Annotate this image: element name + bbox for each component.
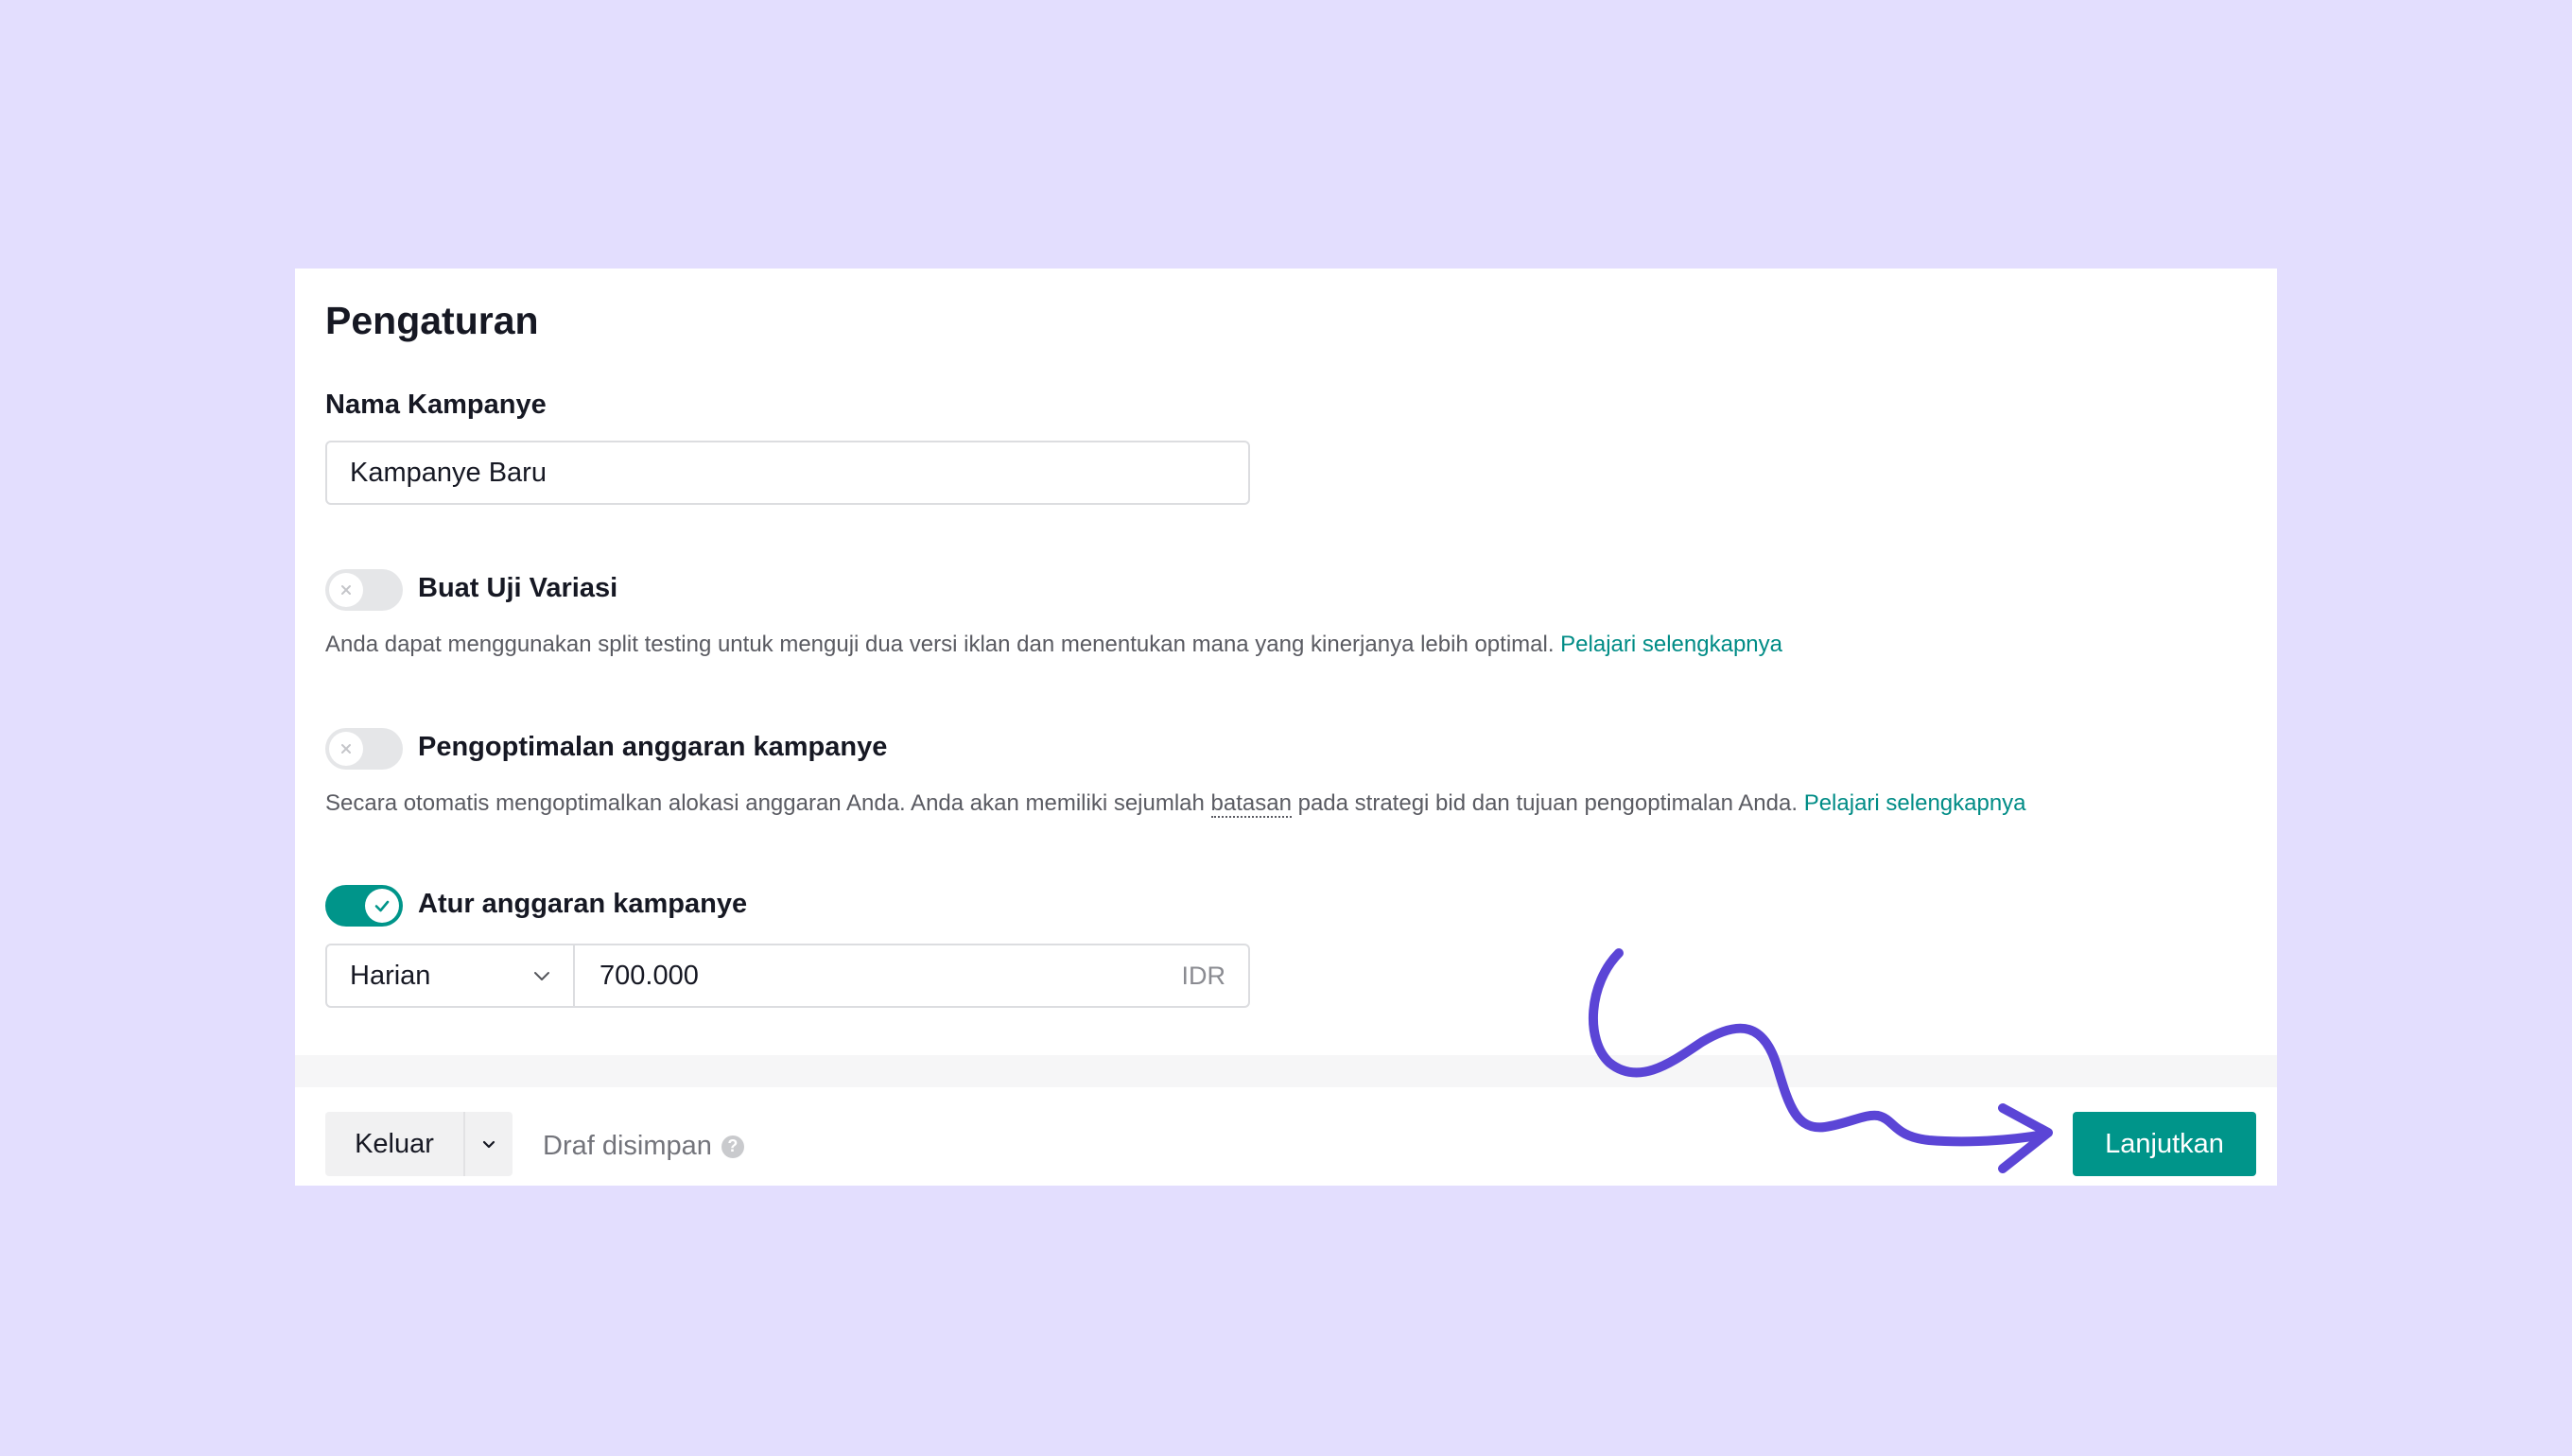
chevron-down-icon [534, 972, 549, 980]
settings-panel: Pengaturan Nama Kampanye Buat Uji Varias… [295, 269, 2277, 1186]
page-title: Pengaturan [325, 299, 539, 342]
split-test-learn-more-link[interactable]: Pelajari selengkapnya [1560, 632, 1782, 657]
split-test-description-text: Anda dapat menggunakan split testing unt… [325, 632, 1555, 657]
campaign-budget-label: Atur anggaran kampanye [418, 889, 748, 919]
toggle-knob [329, 573, 363, 607]
exit-button[interactable]: Keluar [325, 1112, 463, 1176]
budget-optimization-label: Pengoptimalan anggaran kampanye [418, 732, 888, 762]
check-icon [374, 900, 390, 912]
budget-optimization-description-text-end: pada strategi bid dan tujuan pengoptimal… [1297, 790, 1799, 816]
footer-divider [295, 1055, 2277, 1087]
budget-optimization-description: Secara otomatis mengoptimalkan alokasi a… [325, 790, 2026, 818]
toggle-knob [329, 732, 363, 766]
split-test-toggle[interactable] [325, 569, 403, 611]
chevron-down-icon [482, 1140, 495, 1149]
budget-type-value: Harian [350, 960, 431, 991]
x-icon [341, 585, 351, 595]
split-test-description: Anda dapat menggunakan split testing unt… [325, 632, 1782, 658]
exit-button-group: Keluar [325, 1112, 513, 1176]
budget-optimization-learn-more-link[interactable]: Pelajari selengkapnya [1804, 790, 2026, 816]
question-circle-icon[interactable]: ? [721, 1135, 744, 1158]
exit-options-dropdown[interactable] [465, 1112, 513, 1176]
currency-label: IDR [1181, 961, 1226, 990]
draft-status-text: Draf disimpan [543, 1131, 712, 1161]
continue-button[interactable]: Lanjutkan [2073, 1112, 2256, 1176]
budget-type-select[interactable]: Harian [325, 944, 575, 1008]
limitations-term[interactable]: batasan [1210, 790, 1292, 818]
budget-optimization-toggle[interactable] [325, 728, 403, 770]
campaign-budget-toggle[interactable] [325, 885, 403, 927]
toggle-knob [365, 889, 399, 923]
campaign-name-label: Nama Kampanye [325, 390, 547, 420]
split-test-label: Buat Uji Variasi [418, 573, 618, 603]
draft-status: Draf disimpan ? [543, 1131, 744, 1162]
budget-amount-input[interactable]: 700.000 IDR [575, 944, 1250, 1008]
budget-amount-value: 700.000 [600, 960, 699, 991]
x-icon [341, 744, 351, 754]
campaign-name-input[interactable] [325, 441, 1250, 505]
budget-optimization-description-text: Secara otomatis mengoptimalkan alokasi a… [325, 790, 1205, 816]
